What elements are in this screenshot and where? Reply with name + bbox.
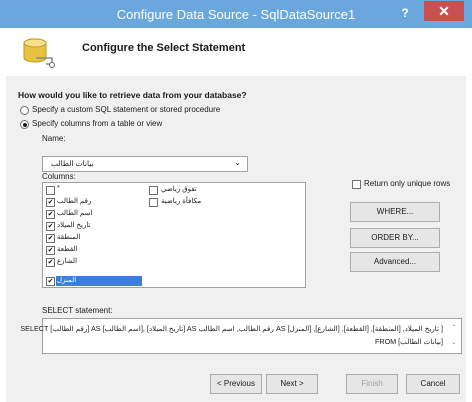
close-button[interactable]: ✕ — [424, 1, 464, 21]
column-checkbox[interactable]: ✔ — [46, 210, 55, 219]
column-item[interactable]: تفوق رياضي — [161, 185, 197, 194]
column-checkbox[interactable] — [149, 186, 158, 195]
column-item[interactable]: المنطقة — [57, 233, 80, 242]
columns-label: Columns: — [42, 172, 76, 181]
question-heading: How would you like to retrieve data from… — [18, 90, 247, 100]
order-by-button[interactable]: ORDER BY... — [350, 228, 440, 248]
help-button[interactable]: ? — [392, 3, 418, 23]
columns-radio-label: Specify columns from a table or view — [32, 119, 163, 128]
page-title: Configure the Select Statement — [82, 42, 246, 54]
column-checkbox[interactable] — [46, 186, 55, 195]
statement-line-2: FROM [بيانات الطالب] — [375, 337, 443, 346]
unique-rows-checkbox[interactable] — [352, 180, 361, 189]
advanced-button[interactable]: Advanced... — [350, 252, 440, 272]
columns-list[interactable]: * ✔ رقم الطالب ✔ اسم الطالب ✔ تاريخ المي… — [42, 182, 306, 288]
column-checkbox[interactable]: ✔ — [46, 277, 55, 286]
column-item[interactable]: القطعة — [57, 245, 78, 254]
finish-button[interactable]: Finish — [346, 374, 398, 394]
previous-button[interactable]: < Previous — [210, 374, 262, 394]
cancel-button[interactable]: Cancel — [406, 374, 460, 394]
column-checkbox[interactable] — [149, 198, 158, 207]
next-button[interactable]: Next > — [266, 374, 318, 394]
column-checkbox[interactable]: ✔ — [46, 234, 55, 243]
wizard-body: How would you like to retrieve data from… — [6, 76, 466, 402]
table-select[interactable]: بيانات الطالب ⌄ — [42, 156, 248, 172]
database-icon — [23, 38, 55, 68]
column-item[interactable]: الشارع — [57, 257, 77, 266]
statement-scrollbar[interactable]: ⌃ ⌄ — [449, 321, 459, 351]
unique-rows-label: Return only unique rows — [364, 179, 451, 188]
column-checkbox[interactable]: ✔ — [46, 222, 55, 231]
chevron-down-icon: ⌄ — [234, 158, 241, 167]
column-item[interactable]: مكافأة رياضية — [161, 197, 201, 206]
column-item[interactable]: * — [57, 185, 60, 194]
wizard-header: Configure the Select Statement — [6, 28, 466, 77]
column-checkbox[interactable]: ✔ — [46, 246, 55, 255]
custom-sql-radio[interactable] — [20, 106, 29, 115]
title-bar: Configure Data Source - SqlDataSource1 ?… — [0, 0, 472, 28]
columns-radio[interactable] — [20, 120, 29, 129]
where-button[interactable]: WHERE... — [350, 202, 440, 222]
statement-line-1: SELECT [رقم الطالب] AS [اسم الطالب], [تا… — [20, 324, 443, 333]
select-statement-box[interactable]: SELECT [رقم الطالب] AS [اسم الطالب], [تا… — [20, 318, 462, 354]
column-checkbox[interactable]: ✔ — [46, 198, 55, 207]
select-statement-label: SELECT statement: — [42, 306, 113, 315]
column-item[interactable]: تاريخ الميلاد — [57, 221, 90, 230]
table-select-value: بيانات الطالب — [51, 159, 94, 168]
custom-sql-label: Specify a custom SQL statement or stored… — [32, 105, 221, 114]
column-item[interactable]: رقم الطالب — [57, 197, 91, 206]
column-checkbox[interactable]: ✔ — [46, 258, 55, 267]
column-item-selected[interactable]: المنزل — [57, 276, 76, 285]
column-item[interactable]: اسم الطالب — [57, 209, 92, 218]
name-label: Name: — [42, 134, 66, 143]
